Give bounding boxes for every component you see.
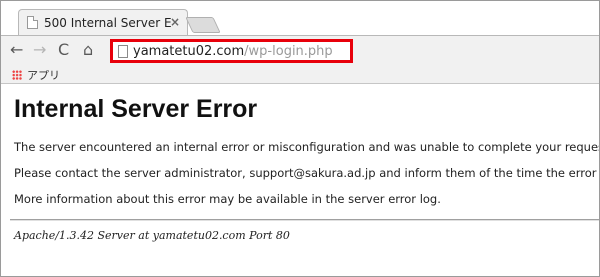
navigation-toolbar: ← → C ⌂ yamatetu02.com/wp-login.php xyxy=(0,35,600,65)
page-icon xyxy=(118,44,128,58)
log-message: More information about this error may be… xyxy=(14,192,441,206)
close-icon[interactable]: × xyxy=(170,15,180,29)
tab-title: 500 Internal Server Error xyxy=(44,15,172,30)
forward-arrow-icon[interactable]: → xyxy=(33,41,46,59)
page-title: Internal Server Error xyxy=(14,95,258,123)
divider xyxy=(10,219,600,221)
tab-strip: 500 Internal Server Error × xyxy=(0,0,600,35)
apps-bookmark[interactable]: アプリ xyxy=(27,67,60,83)
apps-grid-icon[interactable] xyxy=(12,70,22,80)
url-host: yamatetu02.com xyxy=(133,43,245,59)
back-arrow-icon[interactable]: ← xyxy=(10,41,23,59)
bookmarks-bar: アプリ xyxy=(0,65,600,84)
reload-icon[interactable]: C xyxy=(58,41,69,59)
new-tab-button[interactable] xyxy=(185,17,221,33)
page-icon xyxy=(27,16,38,29)
home-icon[interactable]: ⌂ xyxy=(83,41,93,59)
url-path: /wp-login.php xyxy=(244,43,333,59)
error-description: The server encountered an internal error… xyxy=(14,140,600,154)
browser-tab[interactable]: 500 Internal Server Error × xyxy=(18,9,188,35)
contact-message: Please contact the server administrator,… xyxy=(14,166,600,180)
address-bar[interactable]: yamatetu02.com/wp-login.php xyxy=(110,39,353,63)
server-signature: Apache/1.3.42 Server at yamatetu02.com P… xyxy=(14,229,290,242)
